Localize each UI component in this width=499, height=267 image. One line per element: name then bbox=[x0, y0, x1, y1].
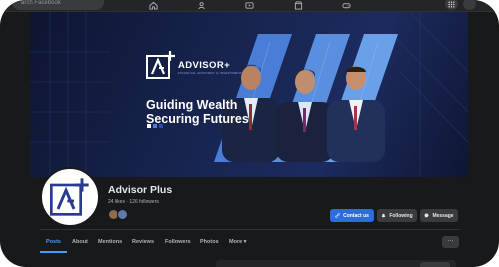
advisor-plus-logo-icon bbox=[50, 178, 89, 216]
tab-about[interactable]: About bbox=[72, 239, 88, 245]
friends-icon[interactable] bbox=[196, 0, 208, 10]
facebook-page-window: arch Facebook ADVISOR+ FINANCIAL ADVISOR… bbox=[0, 0, 499, 267]
account-avatar[interactable] bbox=[463, 0, 476, 10]
header-divider bbox=[40, 229, 460, 230]
page-title: Advisor Plus bbox=[108, 184, 173, 196]
accent-square bbox=[147, 124, 151, 128]
top-navigation-bar: arch Facebook bbox=[0, 0, 499, 12]
watch-icon[interactable] bbox=[243, 0, 255, 10]
advisor-plus-logo-icon bbox=[146, 51, 175, 79]
brand-name: ADVISOR+ bbox=[178, 60, 231, 71]
cover-headline: Guiding Wealth Securing Futures bbox=[146, 98, 249, 126]
contact-us-label: Contact us bbox=[343, 212, 369, 219]
follower-avatar[interactable] bbox=[117, 209, 128, 220]
message-label: Message bbox=[432, 212, 454, 219]
messenger-icon bbox=[424, 213, 429, 218]
brand-tagline: FINANCIAL ADVISORY & INVESTMENT bbox=[178, 71, 242, 75]
accent-square bbox=[153, 124, 157, 128]
headline-line-1: Guiding Wealth bbox=[146, 98, 238, 112]
gaming-icon[interactable] bbox=[340, 0, 352, 10]
search-input[interactable]: arch Facebook bbox=[12, 0, 104, 10]
cover-artwork bbox=[30, 12, 468, 177]
tab-photos[interactable]: Photos bbox=[200, 239, 219, 245]
link-icon bbox=[335, 213, 340, 218]
page-stats[interactable]: 24 likes · 126 followers bbox=[108, 199, 159, 205]
tab-reviews[interactable]: Reviews bbox=[132, 239, 154, 245]
menu-grid-icon[interactable] bbox=[445, 0, 458, 10]
tab-followers[interactable]: Followers bbox=[165, 239, 191, 245]
tab-more[interactable]: More ▾ bbox=[229, 239, 246, 245]
active-tab-indicator bbox=[40, 251, 67, 253]
accent-square bbox=[159, 124, 163, 128]
contact-us-button[interactable]: Contact us bbox=[330, 209, 374, 222]
bell-icon bbox=[381, 213, 386, 218]
accent-squares bbox=[147, 124, 163, 128]
following-label: Following bbox=[389, 212, 413, 219]
tab-mentions[interactable]: Mentions bbox=[98, 239, 122, 245]
marketplace-icon[interactable] bbox=[292, 0, 304, 10]
profile-picture[interactable] bbox=[40, 167, 100, 227]
cover-photo[interactable]: ADVISOR+ FINANCIAL ADVISORY & INVESTMENT… bbox=[30, 12, 468, 177]
message-button[interactable]: Message bbox=[420, 209, 458, 222]
home-icon[interactable] bbox=[147, 0, 159, 10]
tab-posts[interactable]: Posts bbox=[46, 239, 61, 245]
more-options-button[interactable]: ··· bbox=[442, 236, 459, 248]
following-button[interactable]: Following bbox=[377, 209, 417, 222]
content-card-button[interactable] bbox=[420, 262, 450, 267]
